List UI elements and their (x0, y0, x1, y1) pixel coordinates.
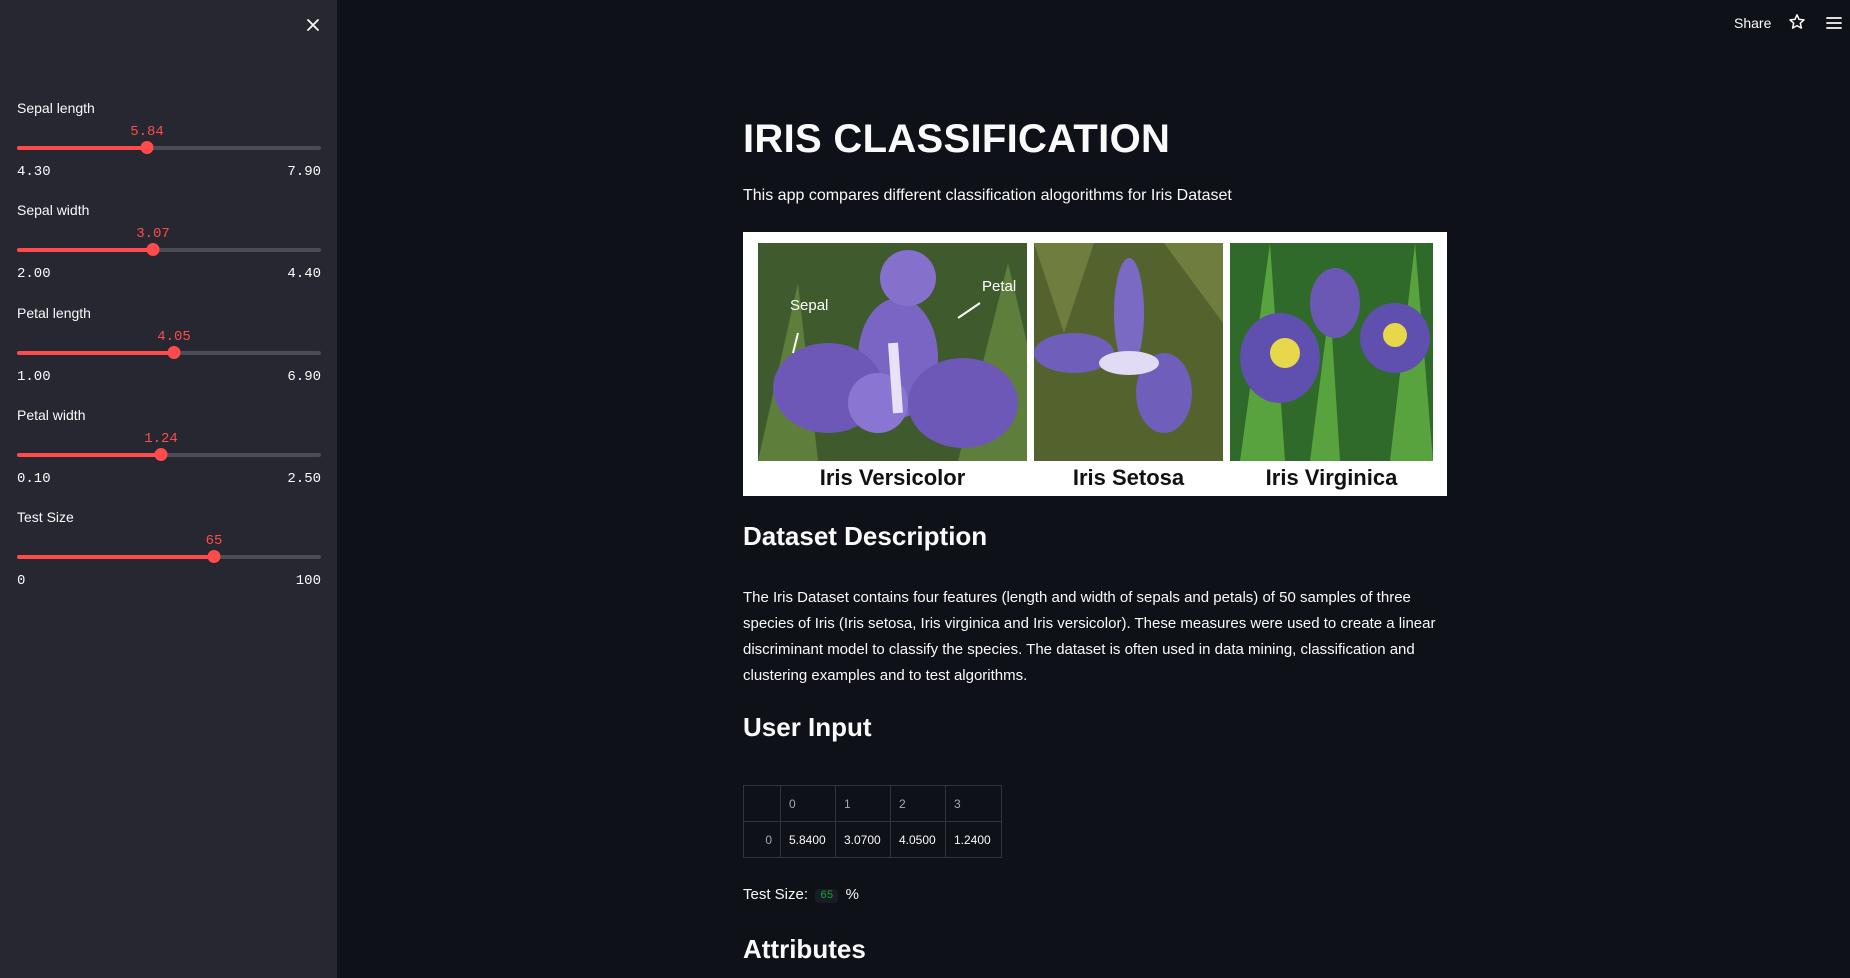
sidebar: Sepal length 5.84 4.30 7.90 Sepal width … (0, 0, 337, 978)
slider-track[interactable] (17, 550, 321, 563)
iris-species-image: Sepal Petal Iris Versicolor Iris Setosa … (743, 232, 1447, 496)
row-index: 0 (743, 821, 781, 858)
slider-track-fill (17, 248, 153, 252)
test-size-value: 65 (815, 889, 839, 903)
table-header-row: 0 1 2 3 (743, 785, 1002, 822)
table-cell[interactable]: 1.2400 (945, 821, 1002, 858)
column-header[interactable]: 1 (835, 785, 891, 822)
hamburger-menu-icon (1826, 17, 1842, 29)
slider-sepal-width: Sepal width 3.07 2.00 4.40 (17, 202, 321, 282)
table-cell[interactable]: 4.0500 (890, 821, 946, 858)
page-subtitle: This app compares different classificati… (743, 187, 1232, 204)
slider-min: 4.30 (17, 164, 51, 180)
slider-thumb[interactable] (167, 346, 181, 359)
slider-label: Petal length (17, 305, 91, 321)
slider-thumb[interactable] (154, 448, 168, 461)
dataset-description-text: The Iris Dataset contains four features … (743, 589, 1436, 684)
slider-track-fill (17, 555, 214, 559)
slider-track[interactable] (17, 141, 321, 154)
main-menu-button[interactable] (1825, 14, 1843, 32)
slider-value: 4.05 (157, 329, 191, 345)
slider-track-fill (17, 146, 147, 150)
table-cell[interactable]: 5.8400 (780, 821, 836, 858)
table-row: 0 5.8400 3.0700 4.0500 1.2400 (743, 821, 1002, 858)
table-index-header (743, 785, 781, 822)
caption-iris-versicolor: Iris Versicolor (819, 465, 966, 490)
column-header[interactable]: 2 (890, 785, 946, 822)
column-header[interactable]: 3 (945, 785, 1002, 822)
iris-virginica-photo (1230, 243, 1433, 461)
close-icon (307, 19, 319, 31)
page-title: IRIS CLASSIFICATION (743, 117, 1171, 161)
sepal-annotation: Sepal (790, 297, 829, 314)
caption-iris-virginica: Iris Virginica (1265, 465, 1398, 490)
slider-label: Sepal width (17, 202, 90, 218)
slider-track-fill (17, 453, 161, 457)
attributes-heading: Attributes (743, 934, 866, 964)
share-button[interactable]: Share (1734, 15, 1771, 31)
iris-setosa-photo (1034, 243, 1223, 461)
slider-value: 1.24 (144, 431, 178, 447)
slider-track[interactable] (17, 243, 321, 256)
slider-test-size: Test Size 65 0 100 (17, 509, 321, 589)
user-input-table: 0 1 2 3 0 5.8400 3.0700 4.0500 1.2400 (743, 785, 1002, 858)
iris-versicolor-photo (758, 243, 1027, 461)
slider-value: 3.07 (136, 226, 170, 242)
slider-petal-length: Petal length 4.05 1.00 6.90 (17, 305, 321, 385)
slider-max: 2.50 (287, 471, 321, 487)
caption-iris-setosa: Iris Setosa (1072, 465, 1185, 490)
slider-min: 2.00 (17, 266, 51, 282)
slider-max: 4.40 (287, 266, 321, 282)
slider-value: 65 (205, 533, 223, 549)
star-icon (1789, 14, 1805, 29)
table-cell[interactable]: 3.0700 (835, 821, 891, 858)
slider-max: 6.90 (287, 369, 321, 385)
slider-sepal-length: Sepal length 5.84 4.30 7.90 (17, 100, 321, 180)
slider-petal-width: Petal width 1.24 0.10 2.50 (17, 407, 321, 487)
slider-min: 0 (17, 573, 26, 589)
slider-label: Test Size (17, 509, 74, 525)
slider-max: 7.90 (287, 164, 321, 180)
petal-annotation: Petal (982, 278, 1017, 295)
slider-track[interactable] (17, 346, 321, 359)
slider-min: 1.00 (17, 369, 51, 385)
dataset-description-heading: Dataset Description (743, 521, 988, 551)
slider-thumb[interactable] (146, 243, 160, 256)
slider-thumb[interactable] (140, 141, 154, 154)
slider-track[interactable] (17, 448, 321, 461)
slider-label: Petal width (17, 407, 86, 423)
slider-thumb[interactable] (207, 550, 221, 563)
test-size-text: Test Size: 65 % (743, 886, 859, 903)
slider-track-fill (17, 351, 174, 355)
user-input-heading: User Input (743, 712, 872, 742)
slider-value: 5.84 (130, 124, 164, 140)
slider-max: 100 (295, 573, 321, 589)
close-sidebar-button[interactable] (302, 14, 324, 36)
test-size-suffix: % (845, 886, 859, 903)
star-button[interactable] (1788, 13, 1806, 31)
slider-min: 0.10 (17, 471, 51, 487)
column-header[interactable]: 0 (780, 785, 836, 822)
test-size-prefix: Test Size: (743, 886, 809, 903)
slider-label: Sepal length (17, 100, 95, 116)
